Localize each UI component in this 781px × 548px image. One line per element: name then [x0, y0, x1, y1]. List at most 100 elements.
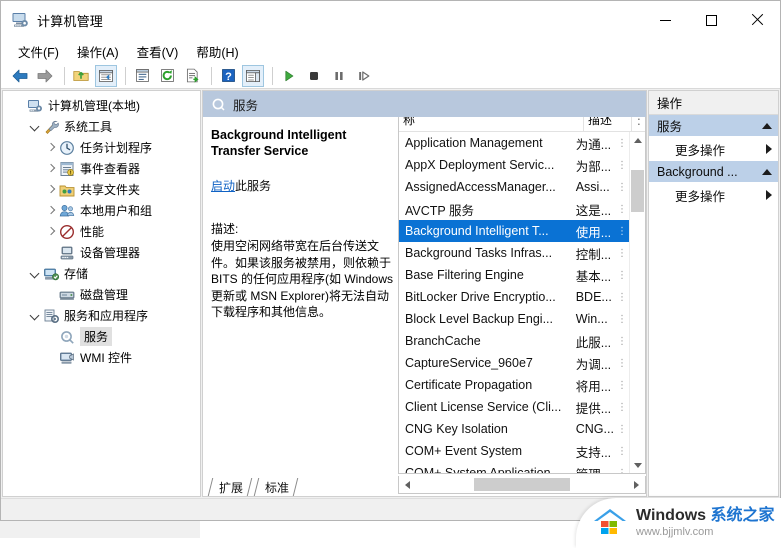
service-overflow-cell: ⋮ — [616, 269, 627, 281]
tree-node-label: 存储 — [64, 267, 89, 281]
table-row[interactable]: COM+ Event System 支持... ⋮ — [399, 440, 629, 462]
menu-view[interactable]: 查看(V) — [128, 40, 188, 63]
chevron-right-icon[interactable] — [43, 179, 59, 200]
tree-node-0[interactable]: 计算机管理(本地) — [3, 95, 200, 116]
refresh-icon[interactable] — [156, 65, 178, 87]
tree-node-label: 服务 — [80, 327, 113, 346]
tree-node-2[interactable]: 任务计划程序 — [3, 137, 200, 158]
menu-file[interactable]: 文件(F) — [9, 40, 68, 63]
tree-node-12[interactable]: WMI 控件 — [3, 347, 200, 368]
forward-icon[interactable] — [34, 65, 56, 87]
minimize-button[interactable] — [642, 1, 688, 39]
pause-service-icon[interactable] — [328, 65, 350, 87]
device-manager-icon — [59, 245, 75, 261]
separator-2 — [125, 66, 126, 85]
more-actions-background[interactable]: 更多操作 — [649, 183, 778, 207]
up-folder-icon[interactable] — [70, 65, 92, 87]
tree-node-11[interactable]: 服务 — [3, 326, 200, 347]
menu-action[interactable]: 操作(A) — [68, 40, 128, 63]
scroll-right-button[interactable] — [628, 476, 645, 493]
service-name-cell: AppX Deployment Servic... — [405, 158, 555, 172]
show-hide-action-pane-icon[interactable] — [242, 64, 264, 87]
actions-group-background[interactable]: Background ... — [649, 161, 778, 183]
service-overflow-cell: ⋮ — [616, 203, 627, 215]
computer-management-window: 计算机管理 文件(F) 操作(A) 查看(V) 帮助(H) ? 计算机管理(本地… — [0, 0, 781, 521]
tree-node-5[interactable]: 本地用户和组 — [3, 200, 200, 221]
table-row[interactable]: Application Management 为通... ⋮ — [399, 132, 629, 154]
scroll-up-button[interactable] — [630, 132, 645, 148]
tree-node-7[interactable]: 设备管理器 — [3, 242, 200, 263]
caret-up-icon[interactable] — [762, 122, 772, 129]
chevron-down-icon[interactable] — [27, 305, 43, 326]
service-description-cell: 控制... — [575, 247, 612, 262]
chevron-right-icon[interactable] — [43, 158, 59, 179]
actions-group-services[interactable]: 服务 — [649, 115, 778, 137]
vertical-scroll-thumb[interactable] — [631, 170, 644, 212]
tree-node-label: 本地用户和组 — [80, 204, 153, 218]
table-row[interactable]: CaptureService_960e7 为调... ⋮ — [399, 352, 629, 374]
chevron-right-icon[interactable] — [43, 221, 59, 242]
more-actions-services[interactable]: 更多操作 — [649, 137, 778, 161]
table-row[interactable]: Base Filtering Engine 基本... ⋮ — [399, 264, 629, 286]
chevron-down-icon[interactable] — [27, 116, 43, 137]
console-tree[interactable]: 计算机管理(本地) 系统工具任务计划程序事件查看器共享文件夹本地用户和组性能 设备管… — [2, 90, 201, 497]
back-icon[interactable] — [9, 65, 31, 87]
view-tabs[interactable]: 扩展 标准 — [203, 476, 300, 496]
table-row[interactable]: Background Tasks Infras... 控制... ⋮ — [399, 242, 629, 264]
watermark-brand-cn: 系统之家 — [710, 507, 775, 524]
start-service-icon[interactable] — [278, 65, 300, 87]
tab-extended[interactable]: 扩展 — [207, 478, 254, 496]
table-row[interactable]: BitLocker Drive Encryptio... BDE... ⋮ — [399, 286, 629, 308]
table-row[interactable]: Block Level Backup Engi... Win... ⋮ — [399, 308, 629, 330]
show-hide-console-tree-icon[interactable] — [95, 64, 117, 87]
table-row[interactable]: BranchCache 此服... ⋮ — [399, 330, 629, 352]
tree-node-label: 系统工具 — [64, 120, 113, 134]
chevron-down-icon[interactable] — [27, 263, 43, 284]
list-horizontal-scrollbar[interactable] — [398, 476, 646, 494]
services-list-rows[interactable]: Application Management 为通... ⋮ AppX Deploym… — [399, 132, 629, 473]
toolbar: ? — [1, 63, 780, 89]
export-list-icon[interactable] — [181, 65, 203, 87]
table-row[interactable]: COM+ System Application 管理...⋮ — [399, 462, 629, 473]
action-item-label: 更多操作 — [675, 143, 726, 158]
vertical-scroll-track[interactable] — [630, 148, 645, 457]
caret-up-icon[interactable] — [762, 168, 772, 175]
service-name-cell: AVCTP 服务 — [405, 203, 474, 218]
tree-node-8[interactable]: 存储 — [3, 263, 200, 284]
tree-node-1[interactable]: 系统工具 — [3, 116, 200, 137]
background-window-footer — [0, 538, 200, 548]
table-row[interactable]: Certificate Propagation 将用... ⋮ — [399, 374, 629, 396]
scroll-down-button[interactable] — [630, 457, 645, 473]
table-row[interactable]: AVCTP 服务 这是... ⋮ — [399, 198, 629, 220]
table-row[interactable]: AppX Deployment Servic... 为部... ⋮ — [399, 154, 629, 176]
restart-service-icon[interactable] — [353, 65, 375, 87]
list-vertical-scrollbar[interactable] — [629, 132, 645, 473]
chevron-right-icon[interactable] — [43, 137, 59, 158]
tab-standard[interactable]: 标准 — [253, 478, 300, 496]
horizontal-scroll-thumb[interactable] — [474, 478, 570, 491]
tree-node-3[interactable]: 事件查看器 — [3, 158, 200, 179]
tree-node-10[interactable]: 服务和应用程序 — [3, 305, 200, 326]
table-row[interactable]: Client License Service (Cli... 提供... ⋮ — [399, 396, 629, 418]
table-row[interactable]: AssignedAccessManager... Assi... ⋮ — [399, 176, 629, 198]
properties-icon[interactable] — [131, 65, 153, 87]
close-button[interactable] — [734, 1, 780, 39]
service-overflow-cell: ⋮ — [616, 467, 627, 474]
tree-node-label: 事件查看器 — [80, 162, 141, 176]
tree-node-9[interactable]: 磁盘管理 — [3, 284, 200, 305]
service-name-cell: Block Level Backup Engi... — [405, 312, 553, 326]
table-row[interactable]: CNG Key Isolation CNG... ⋮ — [399, 418, 629, 440]
tree-node-6[interactable]: 性能 — [3, 221, 200, 242]
horizontal-scroll-track[interactable] — [416, 476, 628, 493]
menu-help[interactable]: 帮助(H) — [187, 40, 247, 63]
scroll-left-button[interactable] — [399, 476, 416, 493]
service-overflow-cell: ⋮ — [616, 423, 627, 435]
table-row[interactable]: Background Intelligent T... 使用... ⋮ — [399, 220, 629, 242]
start-service-link[interactable]: 启动 — [211, 179, 235, 193]
tree-node-4[interactable]: 共享文件夹 — [3, 179, 200, 200]
chevron-right-icon[interactable] — [43, 200, 59, 221]
service-name-cell: COM+ Event System — [405, 444, 523, 458]
maximize-button[interactable] — [688, 1, 734, 39]
help-icon[interactable]: ? — [217, 65, 239, 87]
stop-service-icon[interactable] — [303, 65, 325, 87]
